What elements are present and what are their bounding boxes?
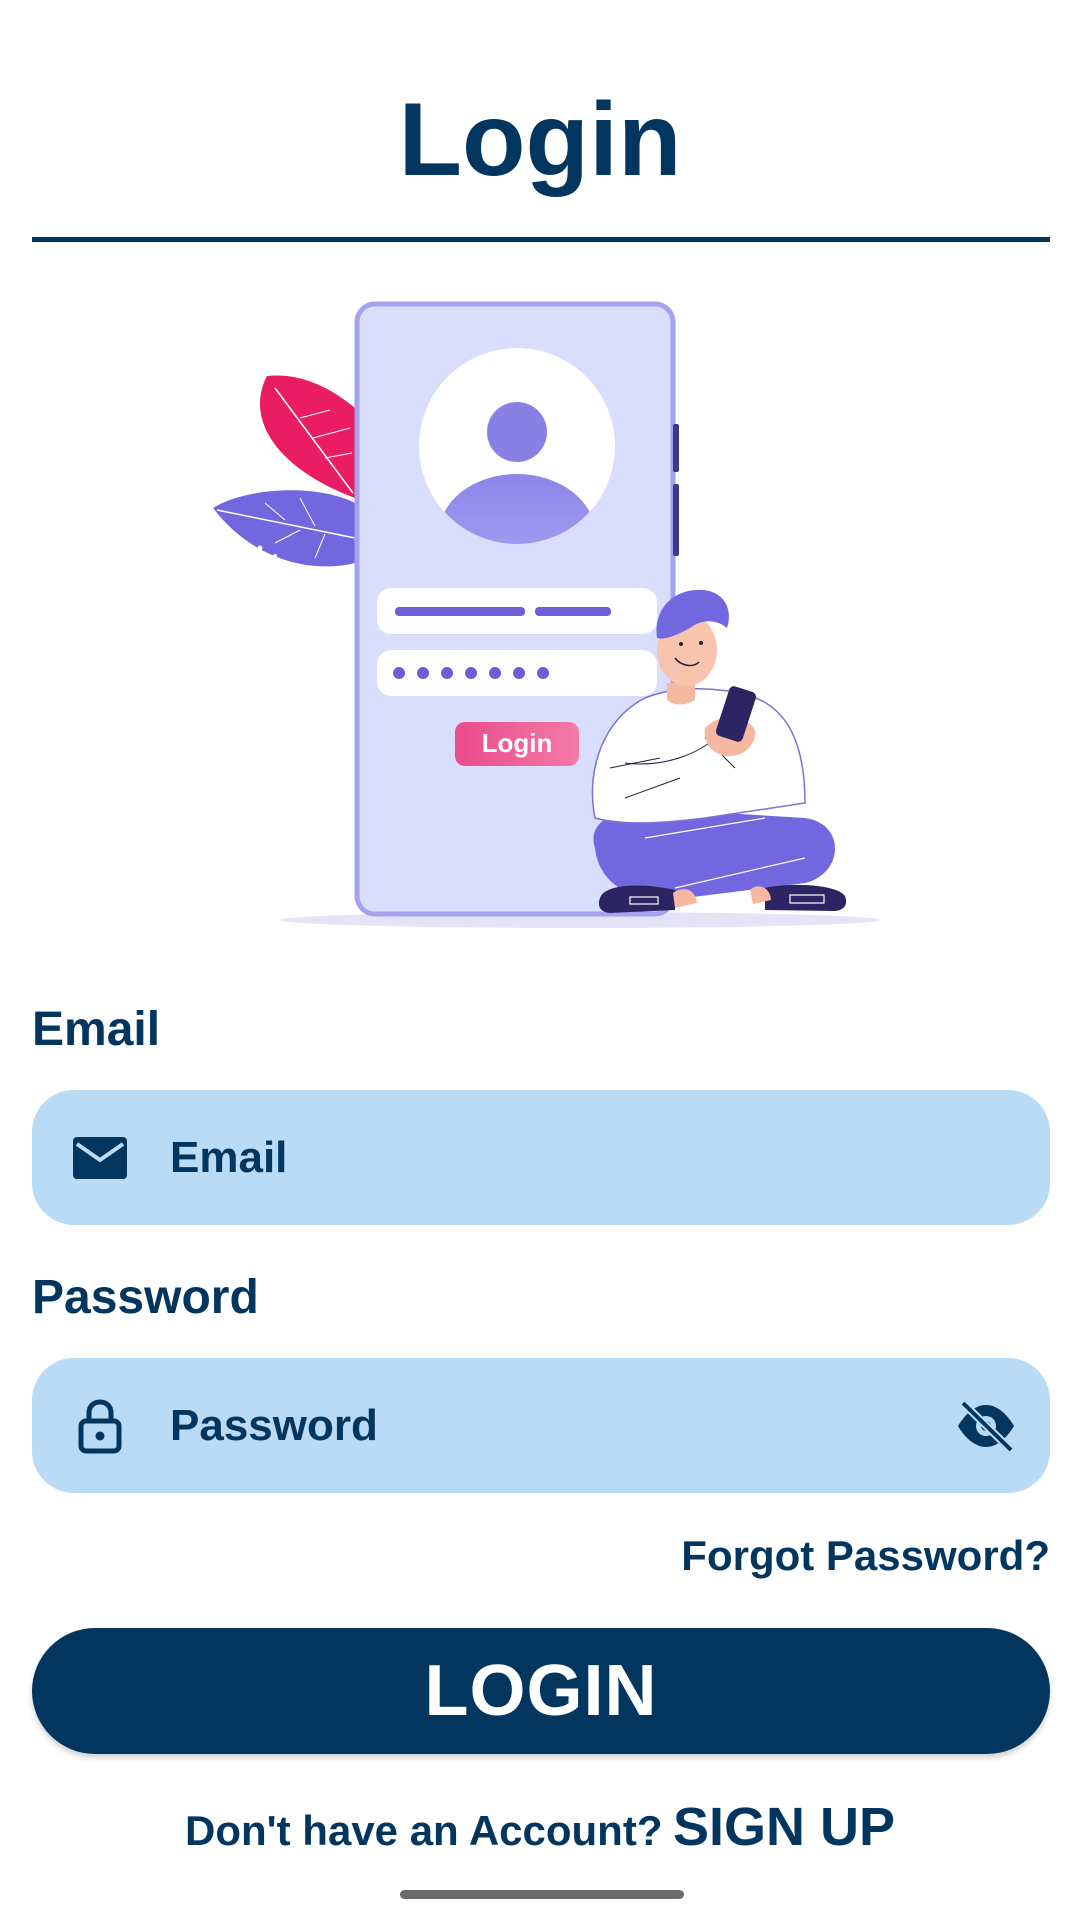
eye-off-icon[interactable] [954,1394,1018,1458]
login-illustration: Login [213,301,880,928]
pink-leaf-icon [260,375,355,498]
signup-link[interactable]: SIGN UP [673,1797,895,1857]
password-label: Password [32,1271,259,1324]
email-label: Email [32,1003,161,1056]
page-title: Login [398,82,682,198]
title-divider [32,237,1050,242]
login-button[interactable]: LOGIN [32,1628,1050,1754]
mail-icon [68,1126,132,1190]
signup-row: Don't have an Account? SIGN UP [0,1796,1080,1858]
purple-leaf-icon [213,490,356,567]
password-field[interactable] [32,1358,1050,1493]
forgot-password-link[interactable]: Forgot Password? [681,1530,1050,1582]
email-field[interactable] [32,1090,1050,1225]
lock-icon [68,1394,132,1458]
password-input[interactable] [170,1400,950,1451]
signup-prompt: Don't have an Account? [185,1807,663,1854]
phone-login-label: Login [482,728,553,758]
email-input[interactable] [170,1132,950,1183]
home-indicator[interactable] [400,1890,684,1899]
